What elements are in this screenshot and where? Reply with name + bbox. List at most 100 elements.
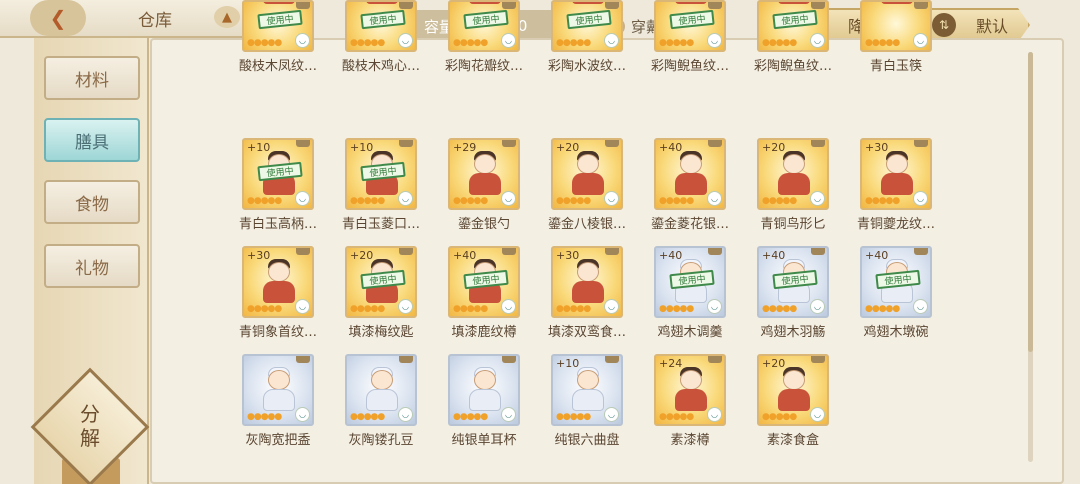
inventory-item[interactable]: 使用中 ●●●●● ◡ 彩陶鲵鱼纹… xyxy=(651,0,730,74)
item-card[interactable]: ●●●●● ◡ xyxy=(345,354,417,426)
character-body xyxy=(778,2,810,4)
character-head xyxy=(474,154,496,174)
inventory-item[interactable]: +40 使用中 ●●●●● ◡ 填漆鹿纹樽 xyxy=(448,246,524,340)
item-card[interactable]: 使用中 ●●●●● ◡ xyxy=(757,0,829,52)
rarity-corner-icon xyxy=(914,248,928,255)
inventory-item[interactable]: +24 ●●●●● ◡ 素漆樽 xyxy=(654,354,730,448)
character-head xyxy=(783,154,805,174)
item-card[interactable]: +20 ●●●●● ◡ xyxy=(551,138,623,210)
inventory-item[interactable]: +40 使用中 ●●●●● ◡ 鸡翅木羽觞 xyxy=(757,246,833,340)
item-card[interactable]: +29 ●●●●● ◡ xyxy=(448,138,520,210)
inventory-item[interactable]: +40 使用中 ●●●●● ◡ 鸡翅木墩碗 xyxy=(860,246,936,340)
back-arrow-icon[interactable]: ❮ xyxy=(30,0,86,36)
inventory-item[interactable]: +30 ●●●●● ◡ 青铜象首纹… xyxy=(239,246,318,340)
in-use-stamp: 使用中 xyxy=(360,269,406,290)
decompose-label-bottom: 解 xyxy=(80,426,100,450)
item-card[interactable]: +24 ●●●●● ◡ xyxy=(654,354,726,426)
inventory-item[interactable]: 使用中 ●●●●● ◡ 酸枝木鸡心… xyxy=(342,0,421,74)
inventory-item[interactable]: +30 ●●●●● ◡ 填漆双鸾食… xyxy=(548,246,627,340)
bowl-type-icon: ◡ xyxy=(295,407,310,422)
inventory-item[interactable]: +10 使用中 ●●●●● ◡ 青白玉菱口… xyxy=(342,138,421,232)
character-body xyxy=(572,2,604,4)
inventory-item[interactable]: ●●●●● ◡ 灰陶宽把盉 xyxy=(242,354,318,448)
tab-food[interactable]: 食物 xyxy=(44,180,140,224)
star-rating: ●●●●● xyxy=(659,196,694,206)
character-body xyxy=(778,173,810,195)
inventory-item[interactable]: +40 ●●●●● ◡ 鎏金菱花银… xyxy=(651,138,730,232)
inventory-item[interactable]: +10 ●●●●● ◡ 纯银六曲盘 xyxy=(551,354,627,448)
inventory-item[interactable]: +20 ●●●●● ◡ 素漆食盒 xyxy=(757,354,833,448)
enhance-level: +10 xyxy=(247,141,271,154)
star-rating: ●●●●● xyxy=(865,38,900,48)
inventory-item[interactable]: +10 使用中 ●●●●● ◡ 青白玉高柄… xyxy=(239,138,318,232)
inventory-item[interactable]: +29 ●●●●● ◡ 鎏金银勺 xyxy=(448,138,524,232)
rarity-corner-icon xyxy=(399,2,413,9)
inventory-item[interactable]: 使用中 ●●●●● ◡ 彩陶鲵鱼纹… xyxy=(754,0,833,74)
bowl-type-icon: ◡ xyxy=(295,191,310,206)
item-name: 彩陶水波纹… xyxy=(547,59,626,74)
inventory-item[interactable]: +20 使用中 ●●●●● ◡ 填漆梅纹匙 xyxy=(345,246,421,340)
item-card[interactable]: 使用中 ●●●●● ◡ xyxy=(345,0,417,52)
item-card[interactable]: +10 使用中 ●●●●● ◡ xyxy=(345,138,417,210)
hat-icon[interactable]: ▲ xyxy=(214,6,240,28)
in-use-stamp: 使用中 xyxy=(463,269,509,290)
rarity-corner-icon xyxy=(502,2,516,9)
item-card[interactable]: 使用中 ●●●●● ◡ xyxy=(242,0,314,52)
inventory-item[interactable]: 使用中 ●●●●● ◡ 彩陶花瓣纹… xyxy=(445,0,524,74)
star-rating: ●●●●● xyxy=(556,412,591,422)
item-card[interactable]: ●●●●● ◡ xyxy=(448,354,520,426)
item-name: 鎏金八棱银… xyxy=(547,217,626,232)
enhance-level: +29 xyxy=(453,141,477,154)
item-card[interactable]: +30 ●●●●● ◡ xyxy=(860,138,932,210)
item-card[interactable]: +10 使用中 ●●●●● ◡ xyxy=(242,138,314,210)
enhance-level: +10 xyxy=(350,141,374,154)
tab-gifts[interactable]: 礼物 xyxy=(44,244,140,288)
item-card[interactable]: +40 使用中 ●●●●● ◡ xyxy=(448,246,520,318)
scrollbar-thumb[interactable] xyxy=(1028,52,1033,352)
item-card[interactable]: 使用中 ●●●●● ◡ xyxy=(654,0,726,52)
rarity-corner-icon xyxy=(502,248,516,255)
inventory-item[interactable]: ●●●●● ◡ 纯银单耳杯 xyxy=(448,354,524,448)
item-card[interactable]: ●●●●● ◡ xyxy=(242,354,314,426)
item-card[interactable]: +40 使用中 ●●●●● ◡ xyxy=(757,246,829,318)
rarity-corner-icon xyxy=(708,248,722,255)
item-card[interactable]: +40 ●●●●● ◡ xyxy=(654,138,726,210)
enhance-level: +24 xyxy=(659,357,683,370)
item-card[interactable]: +30 ●●●●● ◡ xyxy=(551,246,623,318)
rarity-corner-icon xyxy=(502,356,516,363)
item-card[interactable]: ●●●●● ◡ xyxy=(860,0,932,52)
inventory-item[interactable]: 使用中 ●●●●● ◡ 彩陶水波纹… xyxy=(548,0,627,74)
item-name: 青铜鸟形匕 xyxy=(760,217,826,232)
item-card[interactable]: +20 ●●●●● ◡ xyxy=(757,354,829,426)
decompose-label[interactable]: 分 解 xyxy=(62,398,118,454)
star-rating: ●●●●● xyxy=(556,304,591,314)
enhance-level: +40 xyxy=(453,249,477,262)
bowl-type-icon: ◡ xyxy=(501,191,516,206)
tab-materials[interactable]: 材料 xyxy=(44,56,140,100)
inventory-item[interactable]: +20 ●●●●● ◡ 鎏金八棱银… xyxy=(548,138,627,232)
character-head xyxy=(577,262,599,282)
item-card[interactable]: +30 ●●●●● ◡ xyxy=(242,246,314,318)
inventory-item[interactable]: ●●●●● ◡ 青白玉筷 xyxy=(860,0,936,74)
character-body xyxy=(469,2,501,4)
tab-tableware[interactable]: 膳具 xyxy=(44,118,140,162)
character-body xyxy=(675,173,707,195)
item-card[interactable]: +40 使用中 ●●●●● ◡ xyxy=(654,246,726,318)
item-card[interactable]: +10 ●●●●● ◡ xyxy=(551,354,623,426)
item-card[interactable]: 使用中 ●●●●● ◡ xyxy=(448,0,520,52)
rarity-corner-icon xyxy=(399,140,413,147)
inventory-item[interactable]: ●●●●● ◡ 灰陶镂孔豆 xyxy=(345,354,421,448)
item-card[interactable]: 使用中 ●●●●● ◡ xyxy=(551,0,623,52)
item-card[interactable]: +40 使用中 ●●●●● ◡ xyxy=(860,246,932,318)
inventory-item[interactable]: +30 ●●●●● ◡ 青铜夔龙纹… xyxy=(857,138,936,232)
item-card[interactable]: +20 使用中 ●●●●● ◡ xyxy=(345,246,417,318)
inventory-item[interactable]: 使用中 ●●●●● ◡ 酸枝木凤纹… xyxy=(239,0,318,74)
bowl-type-icon: ◡ xyxy=(707,33,722,48)
rarity-corner-icon xyxy=(708,140,722,147)
inventory-item[interactable]: +20 ●●●●● ◡ 青铜鸟形匕 xyxy=(757,138,833,232)
item-card[interactable]: +20 ●●●●● ◡ xyxy=(757,138,829,210)
character-body xyxy=(572,389,604,411)
inventory-item[interactable]: +40 使用中 ●●●●● ◡ 鸡翅木调羹 xyxy=(654,246,730,340)
character-body xyxy=(263,389,295,411)
star-rating: ●●●●● xyxy=(762,196,797,206)
